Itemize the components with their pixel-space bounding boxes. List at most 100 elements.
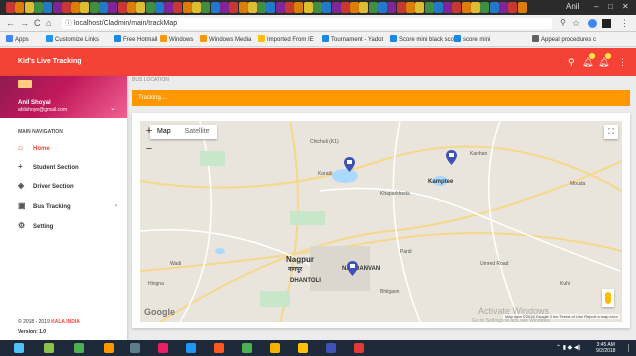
browser-tab[interactable]	[452, 2, 462, 13]
browser-tab[interactable]	[33, 2, 43, 13]
browser-tab[interactable]	[247, 2, 257, 13]
browser-tab[interactable]	[415, 2, 425, 13]
extension-icon[interactable]	[588, 19, 597, 28]
browser-tab[interactable]	[99, 2, 108, 13]
taskbar-app-icon[interactable]	[74, 343, 84, 353]
taskbar-app-icon[interactable]	[104, 343, 114, 353]
browser-tab[interactable]	[443, 2, 453, 13]
browser-tab[interactable]	[480, 2, 490, 13]
extension-icon[interactable]	[602, 19, 611, 28]
zoom-in-button[interactable]: +	[142, 125, 156, 139]
sidebar-item-home[interactable]: ⌂ Home	[18, 142, 123, 154]
maximize-icon[interactable]: □	[608, 2, 613, 11]
browser-tab[interactable]	[378, 2, 387, 13]
browser-tab[interactable]	[396, 2, 406, 13]
browser-tab[interactable]	[52, 2, 62, 13]
browser-tab[interactable]	[192, 2, 201, 13]
bus-marker-2[interactable]	[446, 150, 457, 165]
browser-tab[interactable]	[461, 2, 471, 13]
forward-icon[interactable]: →	[20, 18, 29, 28]
search-icon[interactable]: ⚲	[568, 57, 575, 68]
chrome-taskbar-icon[interactable]	[270, 343, 280, 353]
browser-tab[interactable]	[257, 2, 267, 13]
browser-tab[interactable]	[219, 2, 229, 13]
bookmark-item[interactable]: Score mini black sco	[390, 35, 454, 45]
bookmark-item[interactable]: Tournament - Yadot	[322, 35, 383, 45]
browser-tab[interactable]	[433, 2, 443, 13]
sidebar-item-bus-tracking[interactable]: ▣ Bus Tracking ›	[18, 200, 123, 212]
browser-tab[interactable]	[80, 2, 90, 13]
bookmark-item[interactable]: Windows	[160, 35, 193, 45]
google-map[interactable]: Map Satellite + − ⛶ Chicholi (K1) Kampte…	[140, 121, 622, 322]
browser-tab[interactable]	[24, 2, 34, 13]
browser-tab[interactable]	[285, 2, 294, 13]
url-input[interactable]: ⓘ localhost/Cladmin/main/trackMap	[62, 18, 552, 29]
bookmark-item[interactable]: Windows Media	[200, 35, 251, 45]
close-icon[interactable]: ✕	[622, 2, 629, 11]
chevron-down-icon[interactable]: ⌄	[110, 104, 116, 112]
sidebar-item-student-section[interactable]: + Student Section	[18, 161, 123, 173]
browser-tab[interactable]	[108, 2, 118, 13]
taskbar-app-icon[interactable]	[186, 343, 196, 353]
browser-tab[interactable]	[517, 2, 527, 13]
taskbar-app-icon[interactable]	[242, 343, 252, 353]
browser-tab[interactable]	[154, 2, 164, 13]
browser-tab[interactable]	[405, 2, 415, 13]
browser-tab[interactable]	[498, 2, 508, 13]
map-type-satellite-button[interactable]: Satellite	[178, 125, 217, 139]
browser-tab[interactable]	[350, 2, 360, 13]
bookmark-item[interactable]: Appeal procedures c	[532, 35, 596, 45]
browser-tab[interactable]	[275, 2, 285, 13]
browser-tab[interactable]	[368, 2, 378, 13]
browser-tab[interactable]	[43, 2, 53, 13]
browser-tab[interactable]	[15, 2, 25, 13]
bookmark-item[interactable]: Free Hotmail	[114, 35, 157, 45]
more-vert-icon[interactable]: ⋮	[618, 57, 627, 68]
browser-tab[interactable]	[387, 2, 397, 13]
sidebar-item-driver-section[interactable]: ◈ Driver Section	[18, 180, 123, 192]
back-icon[interactable]: ←	[6, 18, 15, 28]
system-tray-icons[interactable]: ⌃ ▮ ◆ ◀︎)	[556, 344, 581, 351]
browser-tab[interactable]	[173, 2, 183, 13]
bookmark-item[interactable]: Imported From IE	[258, 35, 314, 45]
browser-tab[interactable]	[238, 2, 248, 13]
browser-tab[interactable]	[71, 2, 81, 13]
browser-tab[interactable]	[210, 2, 220, 13]
taskbar-app-icon[interactable]	[354, 343, 364, 353]
fullscreen-icon[interactable]: ⛶	[604, 125, 618, 139]
browser-tab[interactable]	[145, 2, 155, 13]
browser-tab[interactable]	[182, 2, 192, 13]
taskbar-app-icon[interactable]	[298, 343, 308, 353]
pegman-icon[interactable]	[602, 289, 614, 307]
window-user[interactable]: Anil	[566, 2, 579, 11]
minimize-icon[interactable]: –	[594, 2, 598, 11]
browser-tab[interactable]	[322, 2, 332, 13]
browser-tab[interactable]	[508, 2, 518, 13]
bookmark-item[interactable]: Apps	[6, 35, 29, 45]
taskbar-app-icon[interactable]	[214, 343, 224, 353]
zoom-icon[interactable]: ⚲	[560, 18, 566, 27]
browser-tab[interactable]	[303, 2, 313, 13]
browser-tab[interactable]	[201, 2, 211, 13]
browser-tab[interactable]	[331, 2, 341, 13]
browser-tab[interactable]	[266, 2, 276, 13]
browser-tab[interactable]	[229, 2, 239, 13]
bus-marker-3[interactable]	[347, 261, 358, 276]
browser-tab[interactable]	[312, 2, 322, 13]
bookmark-item[interactable]: Customize Links	[46, 35, 99, 45]
star-icon[interactable]: ☆	[572, 18, 580, 29]
clock[interactable]: 3:45 AM 9/2/2018	[596, 342, 615, 354]
avatar[interactable]	[18, 80, 32, 88]
browser-tab[interactable]	[359, 2, 369, 13]
browser-tab[interactable]	[136, 2, 146, 13]
browser-tab[interactable]	[6, 2, 15, 13]
sidebar-item-setting[interactable]: ⚙ Setting	[18, 220, 123, 232]
taskbar-app-icon[interactable]	[158, 343, 168, 353]
browser-tab[interactable]	[126, 2, 136, 13]
menu-icon[interactable]: ⋮	[620, 18, 629, 29]
bus-marker-1[interactable]	[344, 157, 355, 172]
browser-tab[interactable]	[294, 2, 304, 13]
browser-tab[interactable]	[489, 2, 499, 13]
browser-tab[interactable]	[424, 2, 434, 13]
start-icon[interactable]	[14, 343, 24, 353]
